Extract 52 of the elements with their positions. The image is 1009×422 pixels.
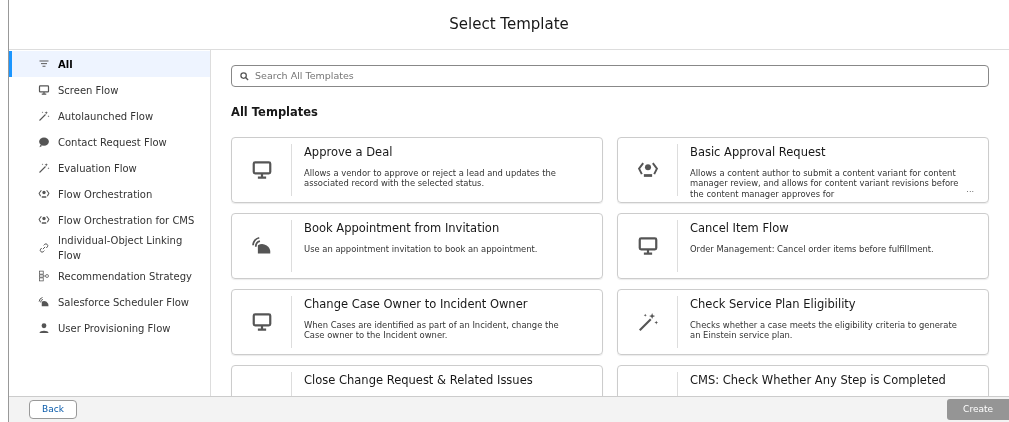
monitor-icon	[38, 84, 50, 96]
template-title: Check Service Plan Eligibility	[690, 296, 857, 314]
sidebar-item[interactable]: Flow Orchestration for CMS	[9, 207, 210, 233]
template-title: Basic Approval Request	[690, 144, 827, 162]
search-icon	[240, 71, 249, 81]
link-icon	[38, 242, 50, 254]
template-description: Allows a content author to submit a content variant for content manager review, and allows for content variant revisions before the content manager approves for	[690, 167, 960, 201]
sidebar-item[interactable]: User Provisioning Flow	[9, 315, 210, 341]
template-description: Checks whether a case meets the eligibility criteria to generate an Einstein service plan.	[690, 319, 958, 342]
magic-wand-icon	[636, 311, 659, 334]
monitor-icon	[250, 159, 273, 182]
template-description: Order Management: Cancel order items before fulfillment.	[690, 243, 935, 255]
sidebar-item[interactable]: Flow Orchestration	[9, 181, 210, 207]
dialog-title: Select Template	[449, 14, 569, 36]
back-button[interactable]: Back	[29, 399, 77, 420]
scheduler-icon	[38, 296, 50, 308]
template-title: Close Change Request & Related Issues	[304, 372, 534, 390]
template-title: Book Appointment from Invitation	[304, 220, 501, 238]
template-card[interactable]: Cancel Item Flow Order Management: Cancel order items before fulfillment.	[617, 213, 989, 280]
sidebar-item[interactable]: All	[9, 51, 210, 77]
strategy-icon	[38, 270, 50, 282]
search-field[interactable]: Search All Templates	[231, 65, 989, 87]
sidebar-item[interactable]: Evaluation Flow	[9, 155, 210, 181]
monitor-icon	[636, 235, 659, 258]
magic-wand-icon	[38, 110, 50, 122]
more-indicator: ...	[966, 184, 974, 197]
people-icon	[38, 214, 50, 226]
chat-icon	[38, 136, 50, 148]
template-card[interactable]: Change Case Owner to Incident Owner When Cases are identified as part of an Incident, change the Case owner to the Incident owner.	[231, 289, 603, 356]
template-description: When Cases are identified as part of an Incident, change the Case owner to the Incident owner.	[304, 319, 560, 342]
template-title: CMS: Check Whether Any Step is Completed	[690, 372, 947, 390]
monitor-icon	[250, 311, 273, 334]
template-card[interactable]: Basic Approval Request Allows a content author to submit a content variant for content manager review, and allows for content variant revisions before the content manager approves for ...	[617, 137, 989, 204]
template-description: Use an appointment invitation to book an appointment.	[304, 243, 539, 255]
filter-icon	[38, 58, 50, 70]
sidebar-item[interactable]: Autolaunched Flow	[9, 103, 210, 129]
magic-wand-icon	[38, 162, 50, 174]
sidebar-item[interactable]: Individual-Object Linking Flow	[9, 233, 210, 263]
sidebar-item[interactable]: Contact Request Flow	[9, 129, 210, 155]
section-heading: All Templates	[231, 104, 319, 121]
template-title: Cancel Item Flow	[690, 220, 790, 238]
template-card[interactable]: Approve a Deal Allows a vendor to approve or reject a lead and updates the associated record with the selected status.	[231, 137, 603, 204]
template-card[interactable]: Check Service Plan Eligibility Checks whether a case meets the eligibility criteria to generate an Einstein service plan.	[617, 289, 989, 356]
sidebar-item[interactable]: Recommendation Strategy	[9, 263, 210, 289]
template-title: Approve a Deal	[304, 144, 394, 162]
sidebar-item[interactable]: Screen Flow	[9, 77, 210, 103]
template-description: Allows a vendor to approve or reject a lead and updates the associated record with the selected status.	[304, 167, 557, 190]
sidebar-item[interactable]: Salesforce Scheduler Flow	[9, 289, 210, 315]
user-icon	[38, 322, 50, 334]
people-icon	[38, 188, 50, 200]
template-title: Change Case Owner to Incident Owner	[304, 296, 529, 314]
template-card[interactable]: Book Appointment from Invitation Use an appointment invitation to book an appointment.	[231, 213, 603, 280]
